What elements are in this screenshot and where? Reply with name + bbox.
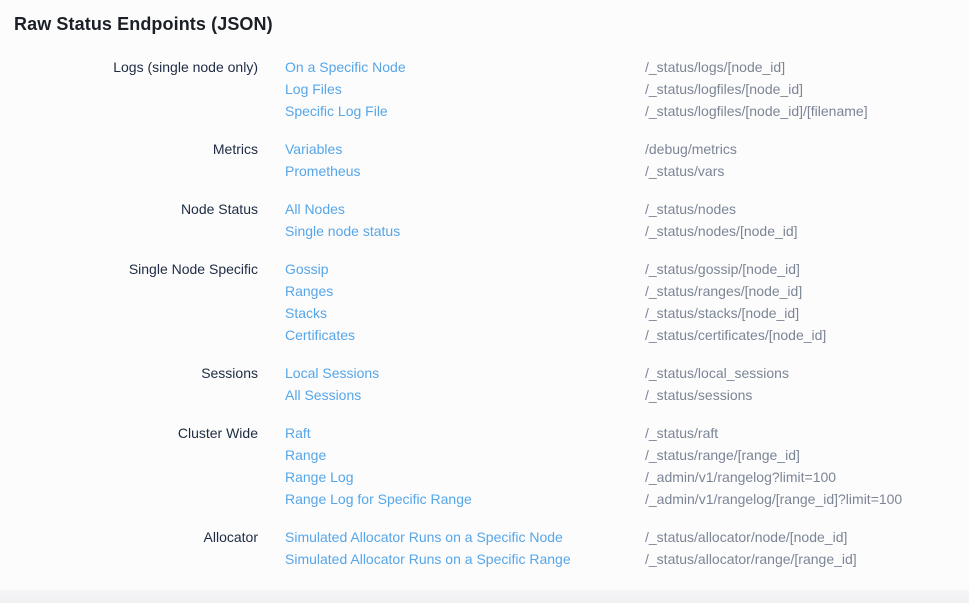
endpoint-link[interactable]: Gossip [285,258,645,280]
endpoint-link[interactable]: Ranges [285,280,645,302]
endpoint-path: /_admin/v1/rangelog/[range_id]?limit=100 [645,488,902,510]
section-category-label: Logs (single node only) [14,56,258,78]
endpoint-link[interactable]: Range Log for Specific Range [285,488,645,510]
endpoint-link[interactable]: Certificates [285,324,645,346]
section-category-label: Cluster Wide [14,422,258,444]
endpoint-link[interactable]: Prometheus [285,160,645,182]
endpoint-row: All Nodes /_status/nodes [285,198,955,220]
endpoint-link[interactable]: Single node status [285,220,645,242]
endpoint-path: /_status/nodes [645,198,736,220]
endpoint-link[interactable]: Local Sessions [285,362,645,384]
section-entries: On a Specific Node /_status/logs/[node_i… [285,56,955,122]
endpoint-path: /debug/metrics [645,138,737,160]
endpoint-path: /_status/logfiles/[node_id]/[filename] [645,100,868,122]
endpoint-row: Gossip /_status/gossip/[node_id] [285,258,955,280]
endpoint-row: Range Log for Specific Range /_admin/v1/… [285,488,955,510]
endpoint-link[interactable]: All Sessions [285,384,645,406]
endpoint-sections: Logs (single node only) On a Specific No… [14,56,955,570]
endpoint-link[interactable]: Raft [285,422,645,444]
endpoint-path: /_status/gossip/[node_id] [645,258,800,280]
section-category-label: Sessions [14,362,258,384]
endpoint-row: All Sessions /_status/sessions [285,384,955,406]
section-category-label: Node Status [14,198,258,220]
endpoint-link[interactable]: Variables [285,138,645,160]
endpoint-path: /_status/ranges/[node_id] [645,280,802,302]
endpoint-link[interactable]: Range Log [285,466,645,488]
endpoint-link[interactable]: Stacks [285,302,645,324]
endpoint-link[interactable]: On a Specific Node [285,56,645,78]
next-section-divider [0,590,969,603]
endpoint-row: Variables /debug/metrics [285,138,955,160]
section-entries: Simulated Allocator Runs on a Specific N… [285,526,955,570]
endpoint-row: On a Specific Node /_status/logs/[node_i… [285,56,955,78]
endpoint-row: Single node status /_status/nodes/[node_… [285,220,955,242]
endpoint-row: Raft /_status/raft [285,422,955,444]
endpoint-row: Stacks /_status/stacks/[node_id] [285,302,955,324]
endpoint-path: /_status/raft [645,422,718,444]
endpoint-link[interactable]: Log Files [285,78,645,100]
endpoint-link[interactable]: All Nodes [285,198,645,220]
section-entries: Gossip /_status/gossip/[node_id] Ranges … [285,258,955,346]
endpoint-path: /_status/range/[range_id] [645,444,800,466]
endpoint-row: Simulated Allocator Runs on a Specific R… [285,548,955,570]
section-entries: Local Sessions /_status/local_sessions A… [285,362,955,406]
endpoint-path: /_status/allocator/node/[node_id] [645,526,847,548]
endpoint-row: Range /_status/range/[range_id] [285,444,955,466]
endpoint-path: /_status/logfiles/[node_id] [645,78,803,100]
endpoint-row: Simulated Allocator Runs on a Specific N… [285,526,955,548]
endpoint-row: Specific Log File /_status/logfiles/[nod… [285,100,955,122]
section-allocator: Allocator Simulated Allocator Runs on a … [14,526,955,570]
section-sessions: Sessions Local Sessions /_status/local_s… [14,362,955,406]
endpoint-path: /_status/stacks/[node_id] [645,302,799,324]
section-metrics: Metrics Variables /debug/metrics Prometh… [14,138,955,182]
endpoint-path: /_status/certificates/[node_id] [645,324,826,346]
endpoint-row: Ranges /_status/ranges/[node_id] [285,280,955,302]
endpoint-row: Certificates /_status/certificates/[node… [285,324,955,346]
endpoint-link[interactable]: Range [285,444,645,466]
endpoint-path: /_status/nodes/[node_id] [645,220,798,242]
endpoint-link[interactable]: Simulated Allocator Runs on a Specific R… [285,548,645,570]
section-entries: Variables /debug/metrics Prometheus /_st… [285,138,955,182]
section-entries: Raft /_status/raft Range /_status/range/… [285,422,955,510]
section-category-label: Single Node Specific [14,258,258,280]
endpoint-path: /_status/allocator/range/[range_id] [645,548,857,570]
endpoint-path: /_status/logs/[node_id] [645,56,785,78]
section-category-label: Allocator [14,526,258,548]
section-logs: Logs (single node only) On a Specific No… [14,56,955,122]
endpoint-path: /_admin/v1/rangelog?limit=100 [645,466,836,488]
endpoint-path: /_status/vars [645,160,724,182]
endpoint-link[interactable]: Specific Log File [285,100,645,122]
endpoint-row: Local Sessions /_status/local_sessions [285,362,955,384]
endpoint-path: /_status/sessions [645,384,752,406]
endpoint-row: Range Log /_admin/v1/rangelog?limit=100 [285,466,955,488]
page-title: Raw Status Endpoints (JSON) [14,14,955,35]
section-cluster-wide: Cluster Wide Raft /_status/raft Range /_… [14,422,955,510]
section-entries: All Nodes /_status/nodes Single node sta… [285,198,955,242]
section-single-node-specific: Single Node Specific Gossip /_status/gos… [14,258,955,346]
section-category-label: Metrics [14,138,258,160]
section-node-status: Node Status All Nodes /_status/nodes Sin… [14,198,955,242]
endpoint-path: /_status/local_sessions [645,362,789,384]
endpoint-row: Log Files /_status/logfiles/[node_id] [285,78,955,100]
endpoint-link[interactable]: Simulated Allocator Runs on a Specific N… [285,526,645,548]
raw-status-endpoints-page: Raw Status Endpoints (JSON) Logs (single… [0,0,969,570]
endpoint-row: Prometheus /_status/vars [285,160,955,182]
